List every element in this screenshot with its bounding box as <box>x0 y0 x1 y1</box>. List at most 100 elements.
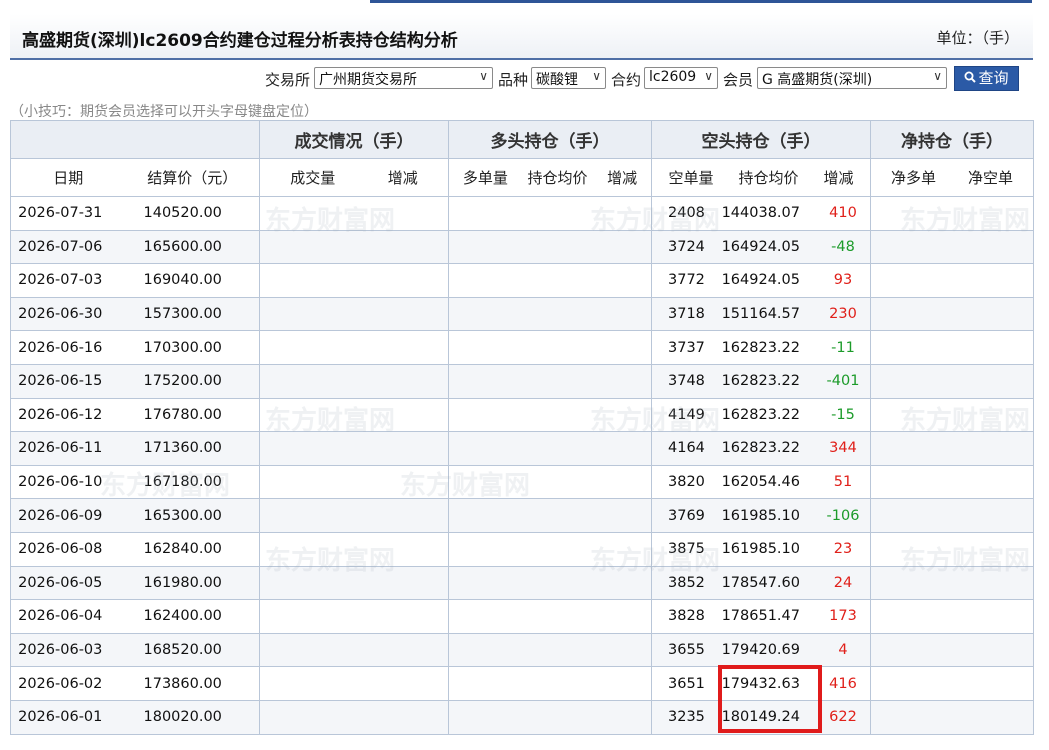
cell-settle: 180020.00 <box>125 699 260 735</box>
cell-short-qty: 4149 <box>668 406 705 423</box>
cell-date: 2026-06-08 <box>10 531 126 567</box>
table-row: 2026-06-15 175200.00 3748 162823.22 -401 <box>10 363 1034 399</box>
cell-trade <box>259 599 449 634</box>
cell-net <box>870 363 1034 399</box>
col-group-trade: 成交量 增减 <box>259 158 449 197</box>
tip-text: （小技巧：期货会员选择可以开头字母键盘定位） <box>10 104 318 120</box>
cell-date: 2026-06-09 <box>10 498 126 533</box>
cell-date: 2026-06-30 <box>10 296 126 332</box>
cell-short-avg: 179420.69 <box>721 642 800 659</box>
cell-short-avg: 161985.10 <box>721 507 800 524</box>
cell-net <box>870 196 1034 231</box>
col-short-chg: 增减 <box>823 169 854 187</box>
chevron-down-icon: ∨ <box>933 69 942 83</box>
cell-net <box>870 632 1034 668</box>
cell-short-avg: 162823.22 <box>721 440 800 457</box>
cell-short-qty: 3724 <box>668 238 705 255</box>
cell-date: 2026-07-06 <box>10 229 126 265</box>
cell-short: 3852 178547.60 24 <box>651 565 871 601</box>
cell-long <box>448 599 652 634</box>
query-button-label: 查询 <box>978 69 1009 87</box>
cell-date: 2026-06-05 <box>10 565 126 601</box>
panel-header: 高盛期货(深圳)lc2609合约建仓过程分析表持仓结构分析 单位：（手） <box>10 14 1033 60</box>
cell-trade <box>259 229 449 265</box>
cell-trade <box>259 263 449 298</box>
cell-net <box>870 599 1034 634</box>
cell-settle: 165300.00 <box>125 498 260 533</box>
unit-label: 单位：（手） <box>936 29 1019 47</box>
exchange-label: 交易所 <box>265 71 311 89</box>
cell-short: 3718 151164.57 230 <box>651 296 871 332</box>
chevron-down-icon: ∨ <box>704 69 713 83</box>
cell-date: 2026-06-02 <box>10 666 126 701</box>
cell-short-qty: 3852 <box>668 574 705 591</box>
cell-net <box>870 699 1034 735</box>
member-select[interactable]: G 高盛期货(深圳) ∨ <box>757 67 947 89</box>
cell-trade <box>259 330 449 365</box>
table-row: 2026-07-06 165600.00 3724 164924.05 -48 <box>10 229 1034 265</box>
cell-date: 2026-06-15 <box>10 363 126 399</box>
cell-trade <box>259 632 449 668</box>
cell-short-qty: 3748 <box>668 373 705 390</box>
cell-net <box>870 498 1034 533</box>
cell-net <box>870 397 1034 433</box>
table-row: 2026-06-30 157300.00 3718 151164.57 230 <box>10 296 1034 332</box>
exchange-select[interactable]: 广州期货交易所 ∨ <box>314 67 493 89</box>
cell-date: 2026-06-12 <box>10 397 126 433</box>
query-button[interactable]: 查询 <box>954 66 1019 91</box>
exchange-select-value: 广州期货交易所 <box>319 72 417 88</box>
cell-short-avg: 162823.22 <box>721 406 800 423</box>
cell-short-avg: 151164.57 <box>721 306 800 323</box>
cell-short-chg: 51 <box>833 474 853 491</box>
cell-settle: 162840.00 <box>125 531 260 567</box>
col-date: 日期 <box>10 158 126 197</box>
cell-short-avg: 161985.10 <box>721 541 800 558</box>
cell-short-qty: 3875 <box>668 541 705 558</box>
cell-settle: 167180.00 <box>125 464 260 500</box>
search-icon <box>964 71 977 83</box>
cell-short-avg: 178651.47 <box>721 608 800 625</box>
group-header-short: 空头持仓（手） <box>651 120 871 159</box>
col-long-chg: 增减 <box>607 169 638 187</box>
cell-short: 3235 180149.24 622 <box>651 699 871 735</box>
cell-short-avg: 162823.22 <box>721 373 800 390</box>
cell-short-avg: 179432.63 <box>721 675 800 692</box>
cell-settle: 169040.00 <box>125 263 260 298</box>
table-row: 2026-06-05 161980.00 3852 178547.60 24 <box>10 565 1034 601</box>
cell-trade <box>259 531 449 567</box>
cell-short-qty: 3737 <box>668 339 705 356</box>
col-group-net: 净多单 净空单 <box>870 158 1034 197</box>
cell-short-chg: -401 <box>826 373 860 390</box>
cell-trade <box>259 699 449 735</box>
col-volume-chg: 增减 <box>387 169 418 187</box>
cell-settle: 157300.00 <box>125 296 260 332</box>
cell-settle: 140520.00 <box>125 196 260 231</box>
cell-short-chg: 344 <box>829 440 857 457</box>
table-row: 2026-06-11 171360.00 4164 162823.22 344 <box>10 431 1034 466</box>
cell-settle: 175200.00 <box>125 363 260 399</box>
variety-select[interactable]: 碳酸锂 ∨ <box>531 67 606 89</box>
cell-settle: 173860.00 <box>125 666 260 701</box>
cell-net <box>870 229 1034 265</box>
page-title: 高盛期货(深圳)lc2609合约建仓过程分析表持仓结构分析 <box>22 31 458 51</box>
cell-settle: 170300.00 <box>125 330 260 365</box>
cell-date: 2026-07-03 <box>10 263 126 298</box>
cell-short-avg: 178547.60 <box>721 574 800 591</box>
cell-short: 3828 178651.47 173 <box>651 599 871 634</box>
contract-select[interactable]: lc2609 ∨ <box>644 67 718 89</box>
table-row: 2026-06-02 173860.00 3651 179432.63 416 <box>10 666 1034 701</box>
cell-net <box>870 666 1034 701</box>
cell-long <box>448 699 652 735</box>
cell-short-chg: -15 <box>831 406 855 423</box>
cell-long <box>448 632 652 668</box>
group-header-long: 多头持仓（手） <box>448 120 652 159</box>
cell-date: 2026-06-03 <box>10 632 126 668</box>
cell-date: 2026-07-31 <box>10 196 126 231</box>
cell-date: 2026-06-11 <box>10 431 126 466</box>
variety-label: 品种 <box>498 71 529 89</box>
cell-short-avg: 164924.05 <box>721 272 800 289</box>
cell-short: 3820 162054.46 51 <box>651 464 871 500</box>
col-group-short: 空单量 持仓均价 增减 <box>651 158 871 197</box>
cell-long <box>448 464 652 500</box>
cell-short-qty: 3235 <box>668 709 705 726</box>
